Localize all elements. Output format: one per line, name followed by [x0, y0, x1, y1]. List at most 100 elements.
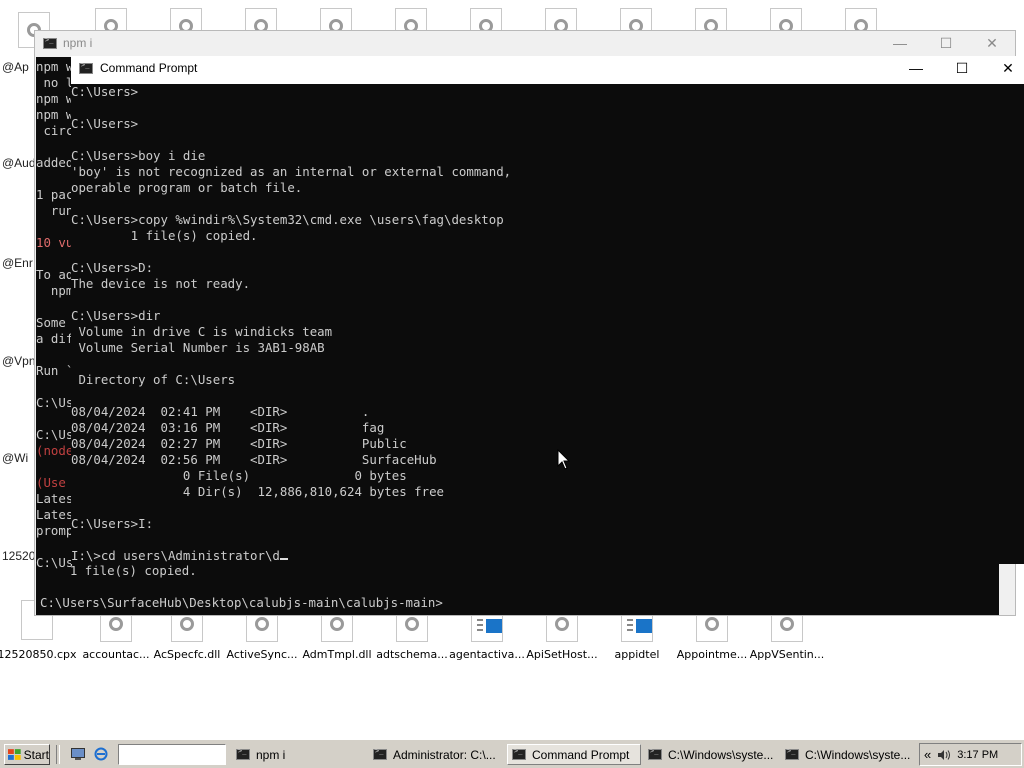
quick-launch-divider	[56, 745, 60, 764]
console-line: 08/04/2024 02:56 PM <DIR> SurfaceHub	[71, 452, 1024, 468]
console-line-text: Volume in drive C is windicks team	[71, 324, 333, 339]
cmd-icon	[79, 61, 93, 74]
desktop-icon-label[interactable]: @Ap	[2, 60, 29, 74]
console-line: Volume Serial Number is 3AB1-98AB	[71, 340, 1024, 356]
cmd-icon	[785, 747, 799, 760]
console-line-text: C:\Users>boy i die	[71, 148, 206, 163]
console-line-text: 0 File(s) 0 bytes	[71, 468, 407, 483]
desktop-icon-label[interactable]: agentactiva...	[447, 648, 527, 661]
desktop-icon-label[interactable]: @Wi	[2, 451, 28, 465]
start-label: Start	[23, 747, 49, 762]
console-line: Directory of C:\Users	[71, 372, 1024, 388]
desktop-icon-label[interactable]: adtschema...	[372, 648, 452, 661]
console-line: promp	[36, 523, 74, 538]
console-line: 0 File(s) 0 bytes	[71, 468, 1024, 484]
desktop-icon-label[interactable]: AdmTmpl.dll	[297, 648, 377, 661]
mouse-pointer-icon	[557, 449, 571, 470]
show-desktop-icon[interactable]	[71, 748, 85, 760]
cmd-icon	[648, 747, 662, 760]
console-line-text: Volume Serial Number is 3AB1-98AB	[71, 340, 325, 355]
cmd-icon	[43, 36, 57, 49]
console-line: circ	[36, 123, 74, 138]
start-button[interactable]: Start	[4, 744, 50, 765]
console-line: C:\Us	[36, 427, 74, 442]
desktop-icon-label[interactable]: @Enr	[2, 256, 33, 270]
console-line: npm w	[36, 107, 74, 122]
desktop-icon-label[interactable]: Appointme...	[672, 648, 752, 661]
console-line: 'boy' is not recognized as an internal o…	[71, 164, 1024, 180]
minimize-button[interactable]: —	[877, 35, 923, 52]
desktop-icon-label[interactable]: accountac...	[76, 648, 156, 661]
console-line: C:\Users>	[71, 84, 1024, 100]
close-button[interactable]: ✕	[969, 35, 1015, 52]
taskbar-button-label: npm i	[256, 747, 286, 762]
maximize-button[interactable]: ☐	[939, 60, 985, 77]
cmd-icon	[512, 747, 526, 760]
console-line: 08/04/2024 02:41 PM <DIR> .	[71, 404, 1024, 420]
desktop-icon-label[interactable]: ActiveSync...	[222, 648, 302, 661]
console-line-text: 4 Dir(s) 12,886,810,624 bytes free	[71, 484, 444, 499]
command-prompt-titlebar[interactable]: Command Prompt — ☐ ✕	[71, 56, 1024, 80]
console-line-text: The device is not ready.	[71, 276, 251, 291]
console-line: Lates	[36, 507, 74, 522]
minimize-button[interactable]: —	[893, 60, 939, 77]
command-prompt-window[interactable]: Command Prompt — ☐ ✕ C:\Users>C:\Users>C…	[71, 56, 1024, 564]
desktop-icon-label[interactable]: 12520850.cpx	[0, 648, 77, 661]
console-line: 08/04/2024 02:27 PM <DIR> Public	[71, 436, 1024, 452]
console-line: Run `	[36, 363, 74, 378]
console-line-text: 08/04/2024 02:56 PM <DIR> SurfaceHub	[71, 452, 437, 467]
command-prompt-console[interactable]: C:\Users> C:\Users> C:\Users>boy i die'boy…	[71, 84, 1024, 564]
internet-explorer-icon[interactable]	[94, 747, 108, 761]
close-button[interactable]: ✕	[985, 60, 1024, 77]
console-line-text: 08/04/2024 02:41 PM <DIR> .	[71, 404, 370, 419]
console-line: (Use	[36, 475, 74, 490]
console-line: C:\Users>copy %windir%\System32\cmd.exe …	[71, 212, 1024, 228]
console-line: I:\>cd users\Administrator\d	[71, 548, 1024, 564]
maximize-button[interactable]: ☐	[923, 35, 969, 52]
console-line: a dif	[36, 331, 74, 346]
desktop-icon-label[interactable]: ApiSetHost...	[522, 648, 602, 661]
windows-logo-icon	[8, 748, 21, 760]
cmd-icon	[373, 747, 387, 760]
npm-window-title: npm i	[63, 36, 93, 50]
desktop-icon-label[interactable]: @Vpn	[2, 354, 36, 368]
taskbar-address-box[interactable]	[118, 744, 226, 765]
console-line: 1 pac	[36, 187, 74, 202]
desktop-icon-label[interactable]: AcSpecfc.dll	[147, 648, 227, 661]
console-line-text: C:\Users>I:	[71, 516, 154, 531]
taskbar-button-label: Command Prompt	[532, 747, 630, 762]
taskbar-button[interactable]: C:\Windows\syste...	[781, 744, 915, 765]
command-prompt-title: Command Prompt	[100, 61, 198, 75]
console-line: no l	[36, 75, 74, 90]
console-line: To ad	[36, 267, 74, 282]
taskbar-button-label: C:\Windows\syste...	[805, 747, 911, 762]
tray-expand-chevron[interactable]: «	[924, 747, 931, 762]
console-line-text: C:\Users>dir	[71, 308, 161, 323]
console-line: 4 Dir(s) 12,886,810,624 bytes free	[71, 484, 1024, 500]
taskbar-button[interactable]: Command Prompt	[507, 744, 641, 765]
text-cursor	[279, 558, 288, 560]
taskbar-button[interactable]: C:\Windows\syste...	[644, 744, 778, 765]
console-line-text: 08/04/2024 02:27 PM <DIR> Public	[71, 436, 407, 451]
taskbar-button[interactable]: Administrator: C:\...	[369, 744, 503, 765]
console-line-text: C:\Users>	[71, 84, 139, 99]
console-line: 1 file(s) copied.	[71, 228, 1024, 244]
desktop-icon-label[interactable]: appidtel	[597, 648, 677, 661]
volume-icon[interactable]	[937, 749, 951, 761]
npm-window-titlebar[interactable]: npm i — ☐ ✕	[35, 31, 1015, 55]
console-line: added	[36, 155, 74, 170]
console-line: Volume in drive C is windicks team	[71, 324, 1024, 340]
desktop-icon-label[interactable]: AppVSentin...	[747, 648, 827, 661]
taskbar: Start npm i Administrator: C:\... Command …	[0, 739, 1024, 768]
taskbar-clock[interactable]: 3:17 PM	[957, 749, 998, 761]
desktop-icon-label[interactable]: @Aud	[2, 156, 36, 170]
console-line: npm	[36, 283, 74, 298]
console-line-text: Directory of C:\Users	[71, 372, 236, 387]
console-line: npm w	[36, 59, 74, 74]
console-line-text: operable program or batch file.	[71, 180, 303, 195]
taskbar-button[interactable]: npm i	[232, 744, 366, 765]
